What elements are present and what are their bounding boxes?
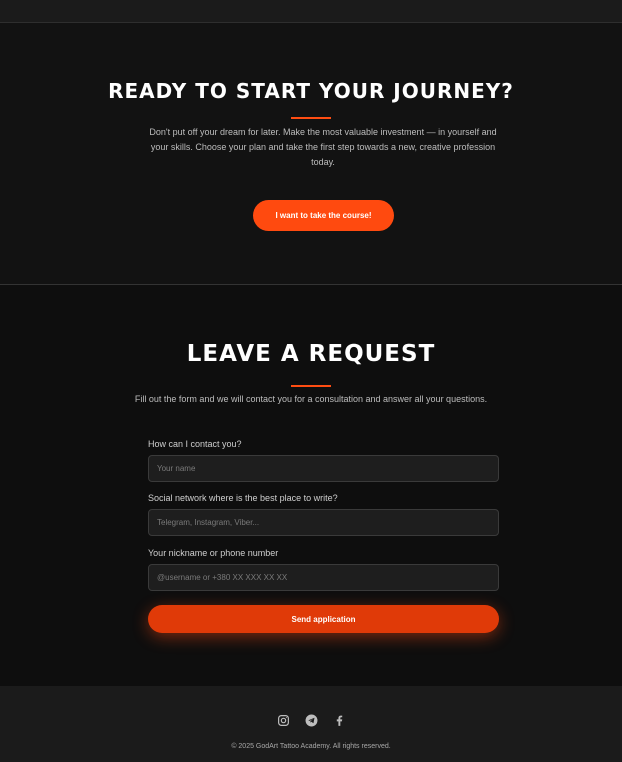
form-subtitle: Fill out the form and we will contact yo… bbox=[134, 394, 488, 404]
cta-accent-divider bbox=[291, 117, 331, 119]
cta-description: Don't put off your dream for later. Make… bbox=[149, 127, 497, 167]
social-links bbox=[0, 713, 622, 727]
form-title: LEAVE A REQUEST bbox=[186, 341, 436, 367]
instagram-icon[interactable] bbox=[276, 713, 290, 727]
facebook-icon[interactable] bbox=[332, 713, 346, 727]
top-navigation-bar bbox=[0, 0, 622, 23]
cta-title: READY TO START YOUR JOURNEY? bbox=[108, 79, 514, 103]
send-application-button[interactable]: Send application bbox=[148, 605, 499, 633]
telegram-icon[interactable] bbox=[304, 713, 318, 727]
social-network-input[interactable] bbox=[148, 509, 499, 536]
name-input[interactable] bbox=[148, 455, 499, 482]
cta-section: READY TO START YOUR JOURNEY? Don't put o… bbox=[0, 23, 622, 285]
take-course-button[interactable]: I want to take the course! bbox=[253, 200, 394, 231]
nickname-phone-input[interactable] bbox=[148, 564, 499, 591]
request-form-section: LEAVE A REQUEST Fill out the form and we… bbox=[0, 285, 622, 686]
form-accent-divider bbox=[291, 385, 331, 387]
contact-name-label: How can I contact you? bbox=[148, 439, 242, 449]
copyright-text: © 2025 GodArt Tattoo Academy. All rights… bbox=[231, 743, 391, 750]
footer: © 2025 GodArt Tattoo Academy. All rights… bbox=[0, 686, 622, 762]
social-network-label: Social network where is the best place t… bbox=[148, 493, 338, 503]
nickname-phone-label: Your nickname or phone number bbox=[148, 548, 279, 558]
